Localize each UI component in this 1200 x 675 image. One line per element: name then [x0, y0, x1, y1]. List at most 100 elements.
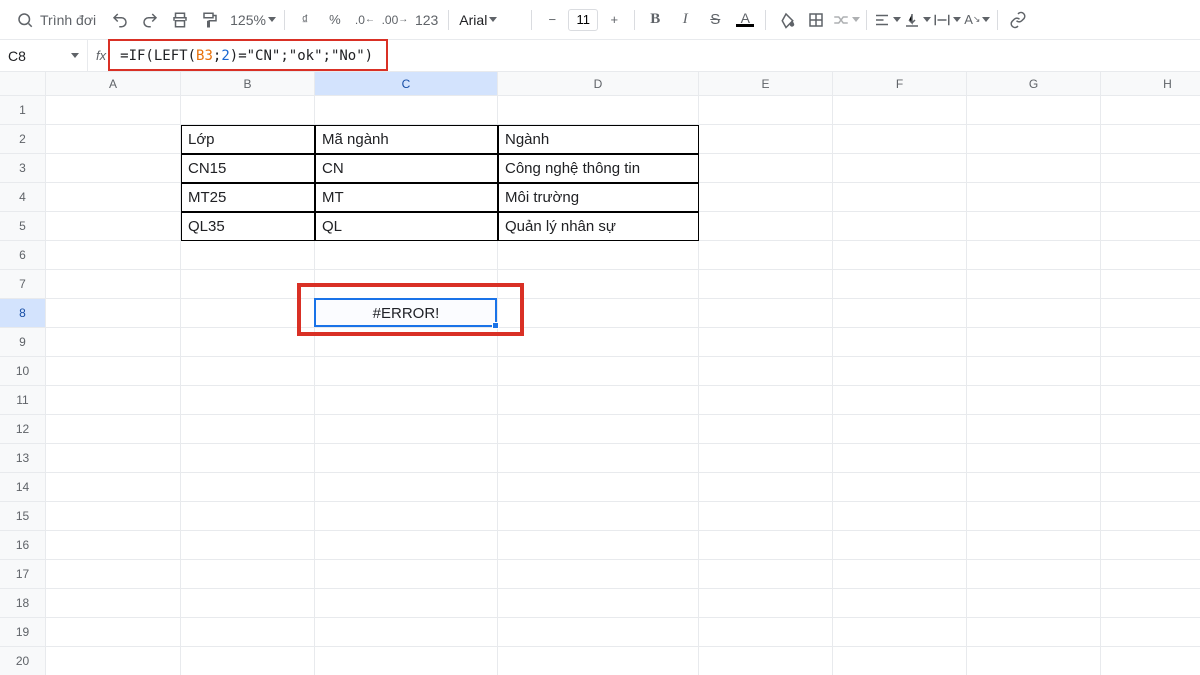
cell-F10[interactable] — [833, 357, 967, 386]
cell-A14[interactable] — [46, 473, 181, 502]
cell-A12[interactable] — [46, 415, 181, 444]
row-header-16[interactable]: 16 — [0, 531, 46, 560]
cell-B2[interactable]: Lớp — [181, 125, 315, 154]
cell-B15[interactable] — [181, 502, 315, 531]
cell-H20[interactable] — [1101, 647, 1200, 675]
cell-G8[interactable] — [967, 299, 1101, 328]
cell-C14[interactable] — [315, 473, 498, 502]
cell-B12[interactable] — [181, 415, 315, 444]
cell-E19[interactable] — [699, 618, 833, 647]
cell-E16[interactable] — [699, 531, 833, 560]
cell-B19[interactable] — [181, 618, 315, 647]
cell-E10[interactable] — [699, 357, 833, 386]
increase-decimal-button[interactable]: .00→ — [381, 6, 409, 34]
paint-format-button[interactable] — [196, 6, 224, 34]
cell-A16[interactable] — [46, 531, 181, 560]
cell-H6[interactable] — [1101, 241, 1200, 270]
cell-F16[interactable] — [833, 531, 967, 560]
column-header-G[interactable]: G — [967, 72, 1101, 96]
cell-D9[interactable] — [498, 328, 699, 357]
row-header-5[interactable]: 5 — [0, 212, 46, 241]
cell-B6[interactable] — [181, 241, 315, 270]
cell-B1[interactable] — [181, 96, 315, 125]
cell-H9[interactable] — [1101, 328, 1200, 357]
cell-E8[interactable] — [699, 299, 833, 328]
cell-F3[interactable] — [833, 154, 967, 183]
cell-G7[interactable] — [967, 270, 1101, 299]
cell-E15[interactable] — [699, 502, 833, 531]
row-header-6[interactable]: 6 — [0, 241, 46, 270]
cell-H11[interactable] — [1101, 386, 1200, 415]
cell-B4[interactable]: MT25 — [181, 183, 315, 212]
cell-F9[interactable] — [833, 328, 967, 357]
cell-A17[interactable] — [46, 560, 181, 589]
cell-H3[interactable] — [1101, 154, 1200, 183]
menu-search[interactable]: Trình đơi — [8, 7, 104, 33]
italic-button[interactable]: I — [671, 6, 699, 34]
cell-G5[interactable] — [967, 212, 1101, 241]
cell-B20[interactable] — [181, 647, 315, 675]
cell-G4[interactable] — [967, 183, 1101, 212]
cell-C1[interactable] — [315, 96, 498, 125]
cell-C5[interactable]: QL — [315, 212, 498, 241]
cell-C15[interactable] — [315, 502, 498, 531]
cell-D2[interactable]: Ngành — [498, 125, 699, 154]
text-wrap-button[interactable] — [933, 6, 961, 34]
row-header-18[interactable]: 18 — [0, 589, 46, 618]
formula-input-wrap[interactable]: =IF(LEFT(B3;2)="CN";"ok";"No") — [114, 40, 1200, 71]
cell-C20[interactable] — [315, 647, 498, 675]
cell-A20[interactable] — [46, 647, 181, 675]
cell-A13[interactable] — [46, 444, 181, 473]
cell-C19[interactable] — [315, 618, 498, 647]
cell-H15[interactable] — [1101, 502, 1200, 531]
font-dropdown[interactable]: Arial — [455, 6, 525, 34]
cell-D13[interactable] — [498, 444, 699, 473]
cell-H19[interactable] — [1101, 618, 1200, 647]
cell-D16[interactable] — [498, 531, 699, 560]
select-all-corner[interactable] — [0, 72, 46, 96]
cell-A2[interactable] — [46, 125, 181, 154]
cell-H10[interactable] — [1101, 357, 1200, 386]
cell-A18[interactable] — [46, 589, 181, 618]
cell-F7[interactable] — [833, 270, 967, 299]
cell-B17[interactable] — [181, 560, 315, 589]
cell-E18[interactable] — [699, 589, 833, 618]
strikethrough-button[interactable]: S — [701, 6, 729, 34]
row-header-13[interactable]: 13 — [0, 444, 46, 473]
cell-E7[interactable] — [699, 270, 833, 299]
row-header-8[interactable]: 8 — [0, 299, 46, 328]
row-header-12[interactable]: 12 — [0, 415, 46, 444]
cell-C12[interactable] — [315, 415, 498, 444]
cell-D8[interactable] — [498, 299, 699, 328]
cell-D15[interactable] — [498, 502, 699, 531]
cell-H13[interactable] — [1101, 444, 1200, 473]
column-header-F[interactable]: F — [833, 72, 967, 96]
cell-H4[interactable] — [1101, 183, 1200, 212]
row-header-9[interactable]: 9 — [0, 328, 46, 357]
cell-D7[interactable] — [498, 270, 699, 299]
cell-D18[interactable] — [498, 589, 699, 618]
cell-D3[interactable]: Công nghệ thông tin — [498, 154, 699, 183]
number-format-dropdown[interactable]: 123 — [411, 6, 442, 34]
cell-B16[interactable] — [181, 531, 315, 560]
cell-D12[interactable] — [498, 415, 699, 444]
cell-E17[interactable] — [699, 560, 833, 589]
horizontal-align-button[interactable] — [873, 6, 901, 34]
row-header-10[interactable]: 10 — [0, 357, 46, 386]
cell-G17[interactable] — [967, 560, 1101, 589]
cell-A7[interactable] — [46, 270, 181, 299]
font-size-increase-button[interactable]: + — [600, 6, 628, 34]
cell-C9[interactable] — [315, 328, 498, 357]
cell-E4[interactable] — [699, 183, 833, 212]
column-header-A[interactable]: A — [46, 72, 181, 96]
cell-G12[interactable] — [967, 415, 1101, 444]
zoom-dropdown[interactable]: 125% — [226, 6, 278, 34]
cell-G2[interactable] — [967, 125, 1101, 154]
cell-H5[interactable] — [1101, 212, 1200, 241]
cell-B5[interactable]: QL35 — [181, 212, 315, 241]
row-header-15[interactable]: 15 — [0, 502, 46, 531]
cell-E20[interactable] — [699, 647, 833, 675]
cell-E13[interactable] — [699, 444, 833, 473]
row-header-1[interactable]: 1 — [0, 96, 46, 125]
cell-C2[interactable]: Mã ngành — [315, 125, 498, 154]
